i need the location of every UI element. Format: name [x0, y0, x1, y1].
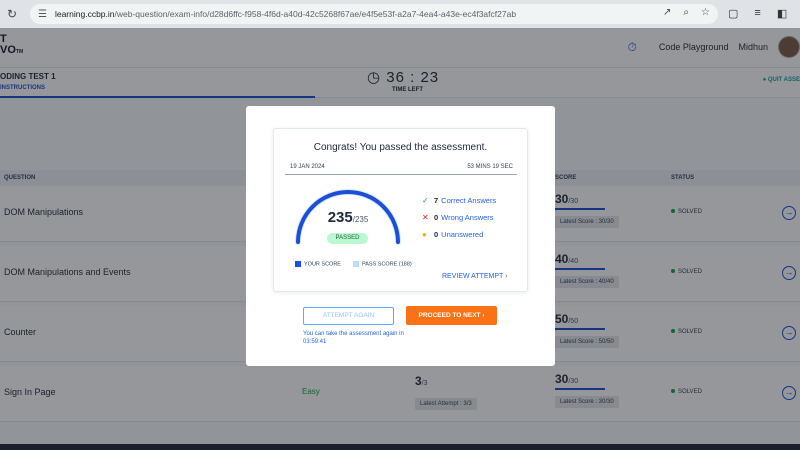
media-icon[interactable]: ≡ — [754, 7, 760, 20]
congrats-title: Congrats! You passed the assessment. — [313, 142, 488, 153]
score-gauge: 235/235 PASSED — [293, 185, 403, 247]
check-icon: ✓ — [422, 196, 429, 205]
retake-note: You can take the assessment again in 03:… — [303, 331, 404, 345]
extensions-icon[interactable]: ▢ — [728, 7, 738, 20]
cross-icon: ✕ — [422, 213, 429, 222]
attempt-duration: 53 MINS 19 SEC — [467, 164, 513, 170]
bookmark-star-icon[interactable]: ☆ — [701, 7, 710, 18]
gauge-legend: YOUR SCORE PASS SCORE (188) — [295, 261, 412, 267]
attempt-date: 19 JAN 2024 — [290, 164, 325, 170]
url-text: learning.ccbp.in/web-question/exam-info/… — [54, 9, 517, 19]
site-info-icon[interactable]: ☰ — [38, 9, 47, 20]
passed-badge: PASSED — [327, 233, 368, 244]
reload-icon[interactable]: ↻ — [0, 7, 24, 21]
result-modal: Congrats! You passed the assessment. 19 … — [246, 106, 555, 366]
browser-toolbar: ↻ ☰ learning.ccbp.in/web-question/exam-i… — [0, 0, 800, 28]
attempt-meta: 19 JAN 2024 53 MINS 19 SEC — [285, 159, 517, 175]
chevron-right-icon: › — [505, 273, 508, 280]
dot-icon: ● — [422, 230, 427, 239]
correct-stat: ✓ 7 Correct Answers — [422, 196, 497, 205]
wrong-stat: ✕ 0 Wrong Answers — [422, 213, 494, 222]
sidepanel-icon[interactable]: ◧ — [777, 7, 787, 20]
unanswered-stat: ● 0 Unanswered — [422, 230, 484, 239]
attempt-again-button[interactable]: ATTEMPT AGAIN — [303, 307, 394, 325]
answer-stats: ✓ 7 Correct Answers ✕ 0 Wrong Answers ● 0 Unan… — [422, 192, 496, 243]
proceed-next-button[interactable]: PROCEED TO NEXT › — [406, 306, 497, 325]
result-card: Congrats! You passed the assessment. 19 … — [273, 128, 528, 292]
chevron-right-icon: › — [482, 312, 485, 319]
open-in-icon[interactable]: ↗ — [663, 7, 671, 18]
zoom-icon[interactable]: ⌕ — [683, 7, 689, 18]
review-attempt-link[interactable]: REVIEW ATTEMPT › — [442, 273, 508, 280]
score-value: 235/235 — [327, 209, 369, 226]
address-bar[interactable]: ☰ learning.ccbp.in/web-question/exam-inf… — [30, 4, 718, 24]
